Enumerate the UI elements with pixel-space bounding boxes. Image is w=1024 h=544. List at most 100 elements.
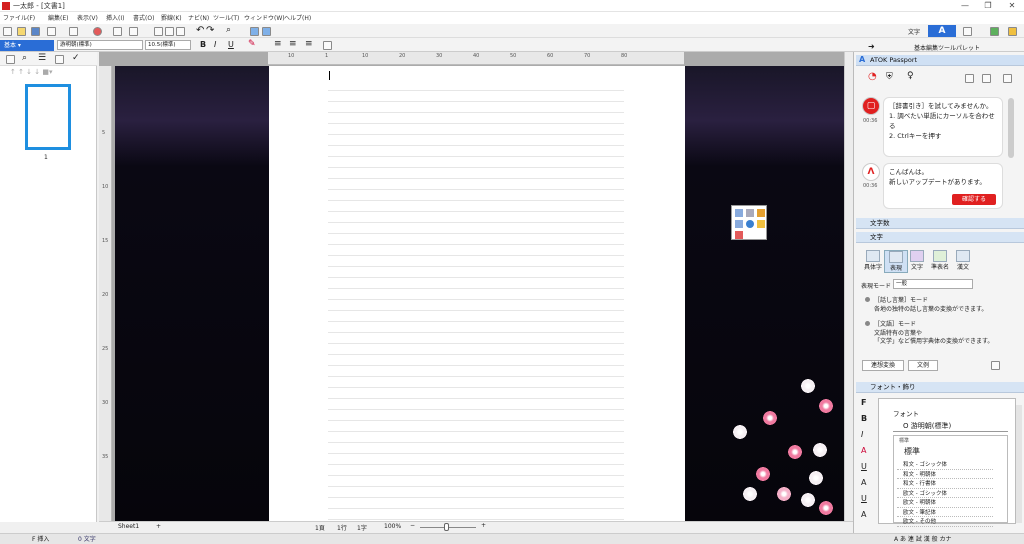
bold-button[interactable]: B	[200, 40, 206, 49]
category-concrete[interactable]: 具体字	[862, 250, 884, 271]
page-thumbnail[interactable]	[25, 84, 71, 150]
category-moji[interactable]: 文字	[906, 250, 928, 271]
font-side-icon-2[interactable]: B	[861, 414, 873, 430]
save-as-icon[interactable]	[47, 27, 56, 36]
input-mode[interactable]: F 挿入	[32, 534, 49, 543]
menu-window[interactable]: ウィンドウ(W)	[244, 13, 285, 22]
atok-tip-icon[interactable]: ♀	[907, 71, 914, 81]
print-icon[interactable]	[113, 27, 122, 36]
example-button[interactable]: 文例	[908, 360, 938, 371]
palette-icon-1[interactable]	[735, 209, 743, 217]
font-category-item[interactable]: 欧文 - その他	[897, 517, 993, 527]
atok-menu-icon[interactable]	[1003, 74, 1012, 83]
char-count-section-header[interactable]: 文字数	[856, 218, 1024, 229]
open-folder-icon[interactable]	[17, 27, 26, 36]
font-category-item[interactable]: 和文 - ゴシック体	[897, 460, 993, 470]
thumbnail-view-icon[interactable]	[6, 55, 15, 64]
expression-mode-select[interactable]: 一般	[893, 279, 973, 289]
font-side-icon-7[interactable]: U	[861, 494, 873, 510]
atok-scrollbar[interactable]	[1008, 98, 1014, 158]
menu-file[interactable]: ファイル(F)	[3, 13, 35, 22]
zoom-slider-thumb[interactable]	[444, 523, 449, 531]
close-button[interactable]: ✕	[1001, 0, 1023, 12]
palette-icon-7[interactable]	[735, 231, 743, 239]
font-name-select[interactable]: 游明朝(標準)	[57, 40, 143, 50]
menu-help[interactable]: ヘルプ(H)	[284, 13, 311, 22]
align-right-icon[interactable]: ≡	[305, 39, 313, 49]
category-kanbun[interactable]: 漢文	[952, 250, 974, 271]
horizontal-ruler[interactable]: 10 1 10 20 30 40 50 60 70 80	[268, 52, 684, 65]
font-section-header[interactable]: フォント・飾り	[856, 382, 1024, 393]
font-side-icon-4[interactable]: A	[861, 446, 873, 462]
font-category-item[interactable]: 欧文 - 明朝体	[897, 498, 993, 508]
atok-copy-icon[interactable]	[965, 74, 974, 83]
font-category-item[interactable]: 和文 - 行書体	[897, 479, 993, 489]
atok-logo-button[interactable]: A	[928, 25, 956, 37]
align-center-icon[interactable]: ≡	[289, 39, 297, 49]
font-style-value[interactable]: 標準	[904, 446, 920, 457]
palette-icon-4[interactable]	[735, 220, 743, 228]
font-size-select[interactable]: 10.5(標準)	[145, 40, 191, 50]
menu-format[interactable]: 書式(O)	[133, 13, 154, 22]
floating-palette[interactable]	[731, 205, 767, 240]
menu-view[interactable]: 表示(V)	[77, 13, 98, 22]
thumbnail-page-icon[interactable]	[55, 55, 64, 64]
font-side-icon-6[interactable]: A	[861, 478, 873, 494]
font-category-item[interactable]: 欧文 - 筆記体	[897, 508, 993, 517]
moji-options-icon[interactable]	[991, 361, 1000, 370]
current-font-display[interactable]: O 游明朝(標準)	[893, 421, 1008, 432]
network-icon[interactable]	[990, 27, 999, 36]
vertical-ruler[interactable]: 5 10 15 20 25 30 35	[99, 66, 112, 522]
vertical-scrollbar[interactable]	[844, 52, 853, 522]
menu-edit[interactable]: 編集(E)	[48, 13, 68, 22]
grid-view-icon[interactable]	[963, 27, 972, 36]
undo-icon[interactable]: ↶	[196, 25, 204, 36]
font-side-icon-1[interactable]: F	[861, 398, 873, 414]
palette-icon-2[interactable]	[746, 209, 754, 217]
zoom-in-button[interactable]: +	[481, 522, 486, 529]
paste-icon[interactable]	[176, 27, 185, 36]
menu-navi[interactable]: ナビ(N)	[188, 13, 209, 22]
new-document-icon[interactable]	[3, 27, 12, 36]
zoom-out-button[interactable]: −	[410, 522, 415, 529]
atok-note-icon[interactable]	[982, 74, 991, 83]
minimize-button[interactable]: —	[954, 0, 976, 12]
manuscript-lines[interactable]	[328, 80, 624, 520]
ime-indicator[interactable]: A あ 連 試 漢 般 カナ	[894, 534, 952, 543]
help-bulb-icon[interactable]	[1008, 27, 1017, 36]
confirm-update-button[interactable]: 確認する	[952, 194, 996, 205]
redo-icon[interactable]: ↷	[206, 25, 214, 36]
page-setup-icon[interactable]	[69, 27, 78, 36]
palette-menu-icon[interactable]: ➜	[868, 42, 875, 51]
atok-panel-header[interactable]: ATOK Passport	[856, 55, 1024, 66]
category-name[interactable]: 準表名	[929, 250, 951, 271]
atok-dictionary-icon[interactable]: ⛨	[886, 72, 893, 82]
cut-icon[interactable]	[154, 27, 163, 36]
search-icon[interactable]: ⌕	[226, 25, 231, 35]
palette-icon-3[interactable]	[757, 209, 765, 217]
font-category-item[interactable]: 欧文 - ゴシック体	[897, 489, 993, 498]
menu-ruled-lines[interactable]: 罫線(K)	[161, 13, 182, 22]
font-side-icon-3[interactable]: I	[861, 430, 873, 446]
toggle-view-icon[interactable]	[250, 27, 259, 36]
font-scrollbar[interactable]	[1016, 405, 1022, 523]
moji-section-header[interactable]: 文字	[856, 232, 1024, 243]
thumbnail-check-icon[interactable]: ✓	[72, 53, 80, 63]
stop-icon[interactable]	[93, 27, 102, 36]
indent-icon[interactable]	[323, 41, 332, 50]
palette-icon-6[interactable]	[757, 220, 765, 228]
style-select[interactable]: 基本 ▾	[0, 40, 54, 51]
menu-tools[interactable]: ツール(T)	[213, 13, 239, 22]
font-category-item[interactable]: 和文 - 明朝体	[897, 470, 993, 479]
category-expression[interactable]: 表現	[884, 250, 908, 273]
underline-button[interactable]: U	[228, 40, 234, 49]
font-side-icon-8[interactable]: A	[861, 510, 873, 526]
zoom-level[interactable]: 100%	[384, 523, 401, 530]
print-preview-icon[interactable]	[129, 27, 138, 36]
menu-insert[interactable]: 挿入(I)	[106, 13, 124, 22]
add-sheet-button[interactable]: +	[156, 523, 161, 530]
refresh-icon[interactable]	[262, 27, 271, 36]
save-icon[interactable]	[31, 27, 40, 36]
align-left-icon[interactable]: ≡	[274, 39, 282, 49]
maximize-button[interactable]: ❐	[977, 0, 999, 12]
